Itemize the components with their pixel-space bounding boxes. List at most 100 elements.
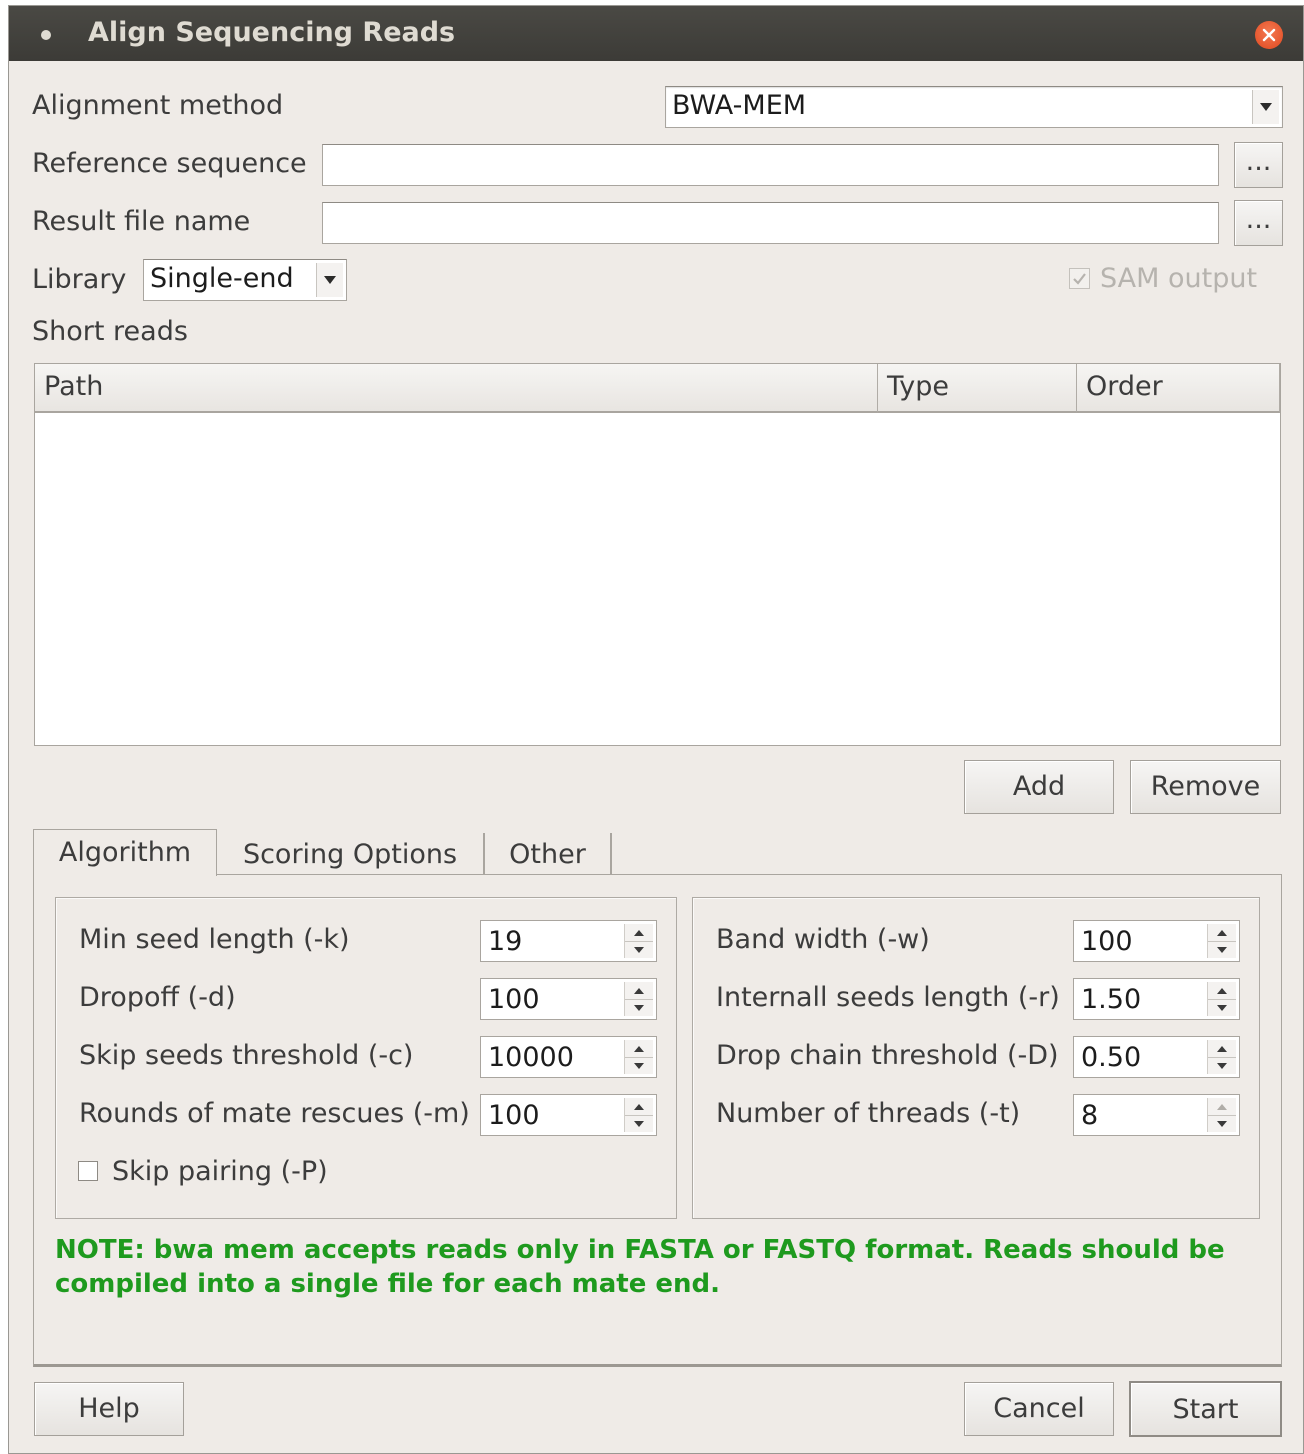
window-menu-icon bbox=[41, 30, 51, 40]
reference-browse-button[interactable]: ... bbox=[1234, 142, 1283, 188]
spin-buttons bbox=[624, 924, 653, 958]
decrement-button[interactable] bbox=[1208, 941, 1236, 958]
increment-button[interactable] bbox=[625, 924, 653, 942]
tab-other[interactable]: Other bbox=[485, 833, 612, 875]
arrow-down-icon bbox=[1217, 1063, 1227, 1069]
result-file-name-input[interactable] bbox=[322, 202, 1219, 244]
sam-output-checkbox[interactable]: SAM output bbox=[1069, 263, 1257, 294]
library-combo[interactable]: Single-end bbox=[143, 259, 347, 301]
skip-seeds-threshold-spinbox[interactable]: 10000 bbox=[480, 1036, 657, 1078]
band-width-value: 100 bbox=[1081, 926, 1133, 957]
close-icon bbox=[1262, 28, 1276, 42]
bwa-mem-note: NOTE: bwa mem accepts reads only in FAST… bbox=[55, 1235, 1225, 1299]
library-dropdown-button[interactable] bbox=[316, 263, 343, 297]
chevron-down-icon bbox=[1260, 103, 1272, 111]
skip-seeds-threshold-value: 10000 bbox=[488, 1042, 574, 1073]
add-button[interactable]: Add bbox=[964, 760, 1114, 814]
column-header-order[interactable]: Order bbox=[1077, 364, 1280, 413]
align-sequencing-reads-dialog: Align Sequencing Reads Alignment method … bbox=[8, 5, 1304, 1454]
band-width-spinbox[interactable]: 100 bbox=[1073, 920, 1240, 962]
spin-buttons bbox=[624, 1098, 653, 1132]
start-button[interactable]: Start bbox=[1129, 1381, 1282, 1437]
rounds-of-mate-rescues-spinbox[interactable]: 100 bbox=[480, 1094, 657, 1136]
drop-chain-threshold-value: 0.50 bbox=[1081, 1042, 1142, 1073]
band-width-label: Band width (-w) bbox=[716, 924, 930, 955]
column-header-type[interactable]: Type bbox=[878, 364, 1077, 413]
min-seed-length-value: 19 bbox=[488, 926, 523, 957]
alignment-method-combo[interactable]: BWA-MEM bbox=[665, 86, 1283, 128]
increment-button[interactable] bbox=[1208, 924, 1236, 942]
arrow-down-icon bbox=[634, 1121, 644, 1127]
decrement-button[interactable] bbox=[625, 1057, 653, 1074]
increment-button[interactable] bbox=[625, 982, 653, 1000]
dropoff-label: Dropoff (-d) bbox=[79, 982, 236, 1013]
drop-chain-threshold-label: Drop chain threshold (-D) bbox=[716, 1040, 1059, 1071]
spin-buttons bbox=[624, 982, 653, 1016]
min-seed-length-spinbox[interactable]: 19 bbox=[480, 920, 657, 962]
arrow-up-icon bbox=[634, 1046, 644, 1052]
reference-sequence-label: Reference sequence bbox=[32, 148, 307, 179]
decrement-button[interactable] bbox=[625, 999, 653, 1016]
spin-buttons bbox=[1207, 924, 1236, 958]
dropoff-spinbox[interactable]: 100 bbox=[480, 978, 657, 1020]
arrow-up-icon bbox=[1217, 1104, 1227, 1110]
window-title: Align Sequencing Reads bbox=[88, 17, 456, 48]
alignment-method-value: BWA-MEM bbox=[672, 90, 807, 121]
arrow-down-icon bbox=[634, 1005, 644, 1011]
close-button[interactable] bbox=[1255, 21, 1283, 49]
arrow-down-icon bbox=[634, 947, 644, 953]
skip-seeds-threshold-label: Skip seeds threshold (-c) bbox=[79, 1040, 414, 1071]
tab-scoring-options[interactable]: Scoring Options bbox=[217, 833, 485, 875]
rounds-of-mate-rescues-label: Rounds of mate rescues (-m) bbox=[79, 1098, 470, 1129]
alignment-method-label: Alignment method bbox=[32, 90, 284, 121]
help-button[interactable]: Help bbox=[34, 1382, 184, 1436]
short-reads-label: Short reads bbox=[32, 316, 188, 347]
internal-seeds-length-value: 1.50 bbox=[1081, 984, 1142, 1015]
increment-button[interactable] bbox=[625, 1040, 653, 1058]
arrow-down-icon bbox=[634, 1063, 644, 1069]
internal-seeds-length-spinbox[interactable]: 1.50 bbox=[1073, 978, 1240, 1020]
remove-button[interactable]: Remove bbox=[1130, 760, 1281, 814]
alignment-method-dropdown-button[interactable] bbox=[1252, 90, 1279, 124]
increment-button[interactable] bbox=[1208, 1040, 1236, 1058]
number-of-threads-value: 8 bbox=[1081, 1100, 1099, 1131]
library-value: Single-end bbox=[150, 263, 294, 294]
reference-sequence-input[interactable] bbox=[322, 144, 1219, 186]
rounds-of-mate-rescues-value: 100 bbox=[488, 1100, 540, 1131]
spin-buttons bbox=[1207, 1040, 1236, 1074]
tab-algorithm[interactable]: Algorithm bbox=[33, 829, 217, 876]
algorithm-right-group: Band width (-w) 100 Internall seeds leng… bbox=[692, 897, 1260, 1219]
result-file-name-label: Result file name bbox=[32, 206, 251, 237]
decrement-button[interactable] bbox=[1208, 1115, 1236, 1132]
arrow-up-icon bbox=[1217, 930, 1227, 936]
dropoff-value: 100 bbox=[488, 984, 540, 1015]
internal-seeds-length-label: Internall seeds length (-r) bbox=[716, 982, 1060, 1013]
arrow-up-icon bbox=[1217, 1046, 1227, 1052]
column-header-path[interactable]: Path bbox=[35, 364, 878, 413]
result-browse-button[interactable]: ... bbox=[1234, 200, 1283, 246]
algorithm-left-group: Min seed length (-k) 19 Dropoff (-d) 100… bbox=[55, 897, 677, 1219]
short-reads-table[interactable]: Path Type Order bbox=[34, 363, 1281, 746]
decrement-button[interactable] bbox=[625, 1115, 653, 1132]
arrow-up-icon bbox=[634, 930, 644, 936]
library-label: Library bbox=[32, 264, 127, 295]
arrow-down-icon bbox=[1217, 947, 1227, 953]
decrement-button[interactable] bbox=[1208, 999, 1236, 1016]
cancel-button[interactable]: Cancel bbox=[964, 1382, 1114, 1436]
increment-button[interactable] bbox=[1208, 982, 1236, 1000]
skip-pairing-checkbox[interactable] bbox=[78, 1161, 98, 1181]
drop-chain-threshold-spinbox[interactable]: 0.50 bbox=[1073, 1036, 1240, 1078]
number-of-threads-label: Number of threads (-t) bbox=[716, 1098, 1021, 1129]
arrow-down-icon bbox=[1217, 1005, 1227, 1011]
spin-buttons bbox=[624, 1040, 653, 1074]
decrement-button[interactable] bbox=[1208, 1057, 1236, 1074]
number-of-threads-spinbox[interactable]: 8 bbox=[1073, 1094, 1240, 1136]
min-seed-length-label: Min seed length (-k) bbox=[79, 924, 350, 955]
chevron-down-icon bbox=[324, 276, 336, 284]
increment-button[interactable] bbox=[1208, 1098, 1236, 1116]
increment-button[interactable] bbox=[625, 1098, 653, 1116]
decrement-button[interactable] bbox=[625, 941, 653, 958]
sam-output-label: SAM output bbox=[1100, 263, 1258, 294]
sam-output-check-icon bbox=[1069, 268, 1090, 289]
skip-pairing-label: Skip pairing (-P) bbox=[112, 1156, 328, 1187]
